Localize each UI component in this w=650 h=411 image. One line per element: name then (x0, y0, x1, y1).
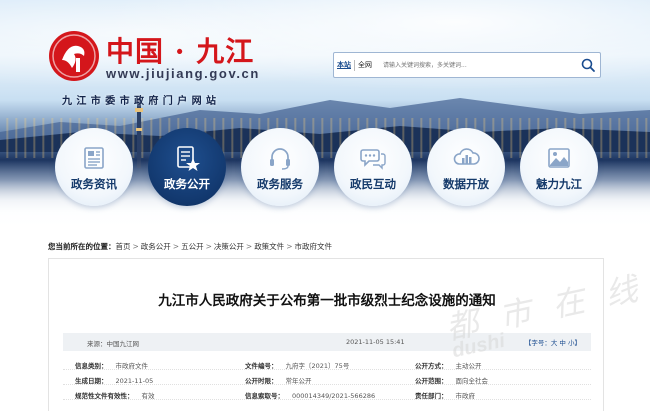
search-tab-site[interactable]: 本站 (334, 60, 354, 70)
info-value: 市政府 (455, 392, 476, 400)
info-value: 主动公开 (455, 362, 482, 370)
nav-label: 政务资讯 (71, 177, 117, 191)
nav-label: 数据开放 (443, 177, 489, 191)
info-label: 信息类别： (75, 362, 108, 370)
document-star-icon (177, 146, 200, 171)
info-value: 000014349/2021-566286 (292, 392, 376, 400)
breadcrumb-link-five-open[interactable]: 五公开 (181, 242, 204, 251)
header-banner: 中国 · 九江 www.jiujiang.gov.cn 九江市委市政府门户网站 … (0, 0, 650, 250)
info-value: 市政府文件 (115, 362, 149, 370)
article-panel: 九江市人民政府关于公布第一批市级烈士纪念设施的通知 来源：中国九江网 2021-… (48, 258, 604, 411)
search-icon[interactable] (580, 57, 596, 73)
info-row: 信息类别： 市政府文件 文件编号： 九府字〔2021〕75号 公开方式： 主动公开 (63, 357, 591, 370)
site-title[interactable]: 中国 · 九江 (106, 30, 254, 70)
newspaper-icon (84, 147, 104, 169)
breadcrumb-link-home[interactable]: 首页 (116, 242, 131, 251)
jiujiang-logo-icon[interactable] (48, 30, 100, 82)
info-label: 公开时限： (245, 377, 278, 385)
site-url: www.jiujiang.gov.cn (106, 66, 260, 81)
info-label: 公开范围： (415, 377, 448, 385)
info-value: 九府字〔2021〕75号 (285, 362, 350, 370)
nav-item-gov-open[interactable]: 政务公开 (141, 128, 233, 206)
info-label: 责任部门： (415, 392, 448, 400)
nav-item-news[interactable]: 政务资讯 (48, 128, 140, 206)
breadcrumb-prefix: 您当前所在的位置： (48, 242, 116, 251)
info-row: 生成日期： 2021-11-05 公开时限： 常年公开 公开范围： 面向全社会 (63, 372, 591, 385)
nav-label: 魅力九江 (536, 177, 582, 191)
info-label: 规范性文件有效性： (75, 392, 134, 400)
main-nav: 政务资讯 政务公开 政务服务 政民互动 数据开放 魅力九江 (48, 128, 608, 206)
nav-item-gov-service[interactable]: 政务服务 (234, 128, 326, 206)
site-subtitle: 九江市委市政府门户网站 (62, 96, 221, 107)
font-size-suffix: 】 (574, 339, 582, 347)
article-source: 来源：中国九江网 (87, 340, 139, 348)
info-label: 公开方式： (415, 362, 448, 370)
breadcrumb-link-gov-open[interactable]: 政务公开 (141, 242, 171, 251)
search-tab-all[interactable]: 全网 (355, 60, 375, 70)
font-size-prefix: 【字号： (524, 339, 551, 347)
nav-item-interaction[interactable]: 政民互动 (327, 128, 419, 206)
breadcrumb-link-city-gov-docs[interactable]: 市政府文件 (294, 242, 332, 251)
nav-item-open-data[interactable]: 数据开放 (420, 128, 512, 206)
font-size-control: 【字号：大 中 小】 (525, 337, 581, 347)
chat-bubbles-icon (360, 149, 386, 170)
info-label: 生成日期： (75, 377, 108, 385)
font-size-large-button[interactable]: 大 (551, 339, 558, 347)
article-date: 2021-11-05 15:41 (346, 338, 405, 346)
nav-label: 政务公开 (164, 177, 210, 191)
info-value: 有效 (141, 392, 155, 400)
article-meta-bar: 来源：中国九江网 2021-11-05 15:41 【字号：大 中 小】 (63, 333, 591, 351)
info-row: 规范性文件有效性： 有效 信息索取号： 000014349/2021-566286 … (63, 387, 591, 400)
info-label: 信息索取号： (245, 392, 284, 400)
info-label: 文件编号： (245, 362, 278, 370)
cloud-chart-icon (453, 148, 480, 165)
nav-item-charm[interactable]: 魅力九江 (513, 128, 605, 206)
breadcrumb: 您当前所在的位置：首页 > 政务公开 > 五公开 > 决策公开 > 政策文件 > 市政府文件 (48, 242, 332, 251)
headset-icon (270, 148, 290, 170)
nav-label: 政民互动 (350, 177, 396, 191)
info-value: 2021-11-05 (115, 377, 154, 385)
article-title: 九江市人民政府关于公布第一批市级烈士纪念设施的通知 (158, 293, 496, 309)
breadcrumb-link-policy-docs[interactable]: 政策文件 (254, 242, 284, 251)
nav-label: 政务服务 (257, 177, 303, 191)
picture-icon (548, 148, 570, 168)
font-size-medium-button[interactable]: 中 (559, 339, 566, 347)
search-box: 本站 全网 (333, 52, 601, 78)
info-value: 常年公开 (285, 377, 312, 385)
breadcrumb-link-decision-open[interactable]: 决策公开 (214, 242, 244, 251)
search-input[interactable] (375, 55, 561, 75)
info-value: 面向全社会 (455, 377, 489, 385)
